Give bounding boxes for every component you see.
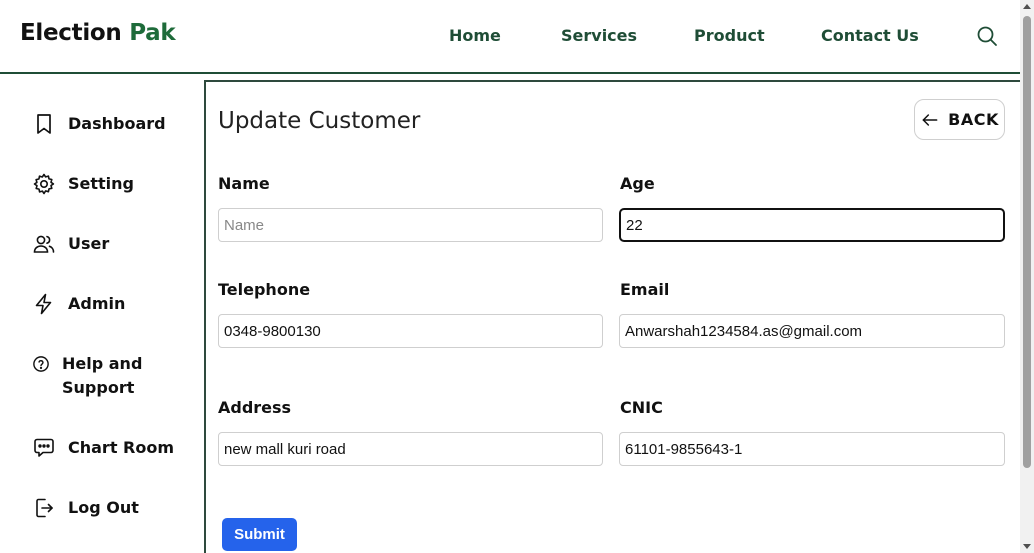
users-icon [33, 235, 55, 253]
back-button[interactable]: BACK [914, 99, 1005, 140]
nav-contact-us[interactable]: Contact Us [821, 26, 919, 45]
address-field[interactable] [218, 432, 603, 466]
sidebar-item-label: User [68, 234, 110, 253]
address-label: Address [218, 398, 292, 417]
sidebar-item-log-out[interactable]: Log Out [32, 496, 139, 520]
telephone-label: Telephone [218, 280, 311, 299]
submit-button[interactable]: Submit [222, 518, 297, 551]
sidebar-item-label: Admin [68, 294, 126, 313]
scroll-up-arrow-icon[interactable] [1023, 4, 1031, 9]
sidebar-item-label: Dashboard [68, 114, 166, 133]
scroll-down-arrow-icon[interactable] [1023, 544, 1031, 549]
gear-icon [33, 173, 55, 195]
page-title: Update Customer [218, 108, 421, 134]
chat-icon [34, 438, 54, 457]
sidebar-item-dashboard[interactable]: Dashboard [32, 112, 166, 136]
cnic-field[interactable] [619, 432, 1005, 466]
scroll-thumb[interactable] [1023, 16, 1031, 468]
age-label: Age [620, 174, 655, 193]
logout-icon [36, 498, 53, 518]
top-navbar: Election Pak Home Services Product Conta… [0, 0, 1020, 74]
name-field[interactable] [218, 208, 603, 242]
search-icon[interactable] [975, 24, 999, 48]
bookmark-icon [37, 114, 51, 134]
arrow-left-icon [922, 113, 938, 126]
email-field[interactable] [619, 314, 1005, 348]
sidebar-item-label: Chart Room [68, 438, 175, 457]
sidebar-item-admin[interactable]: Admin [32, 292, 125, 316]
telephone-field[interactable] [218, 314, 603, 348]
sidebar-item-help-and-support[interactable]: Help and Support [32, 352, 172, 400]
age-field[interactable] [619, 208, 1005, 242]
sidebar-item-setting[interactable]: Setting [32, 172, 134, 196]
cnic-label: CNIC [620, 398, 663, 417]
nav-services[interactable]: Services [561, 26, 637, 45]
sidebar-item-chart-room[interactable]: Chart Room [32, 436, 174, 460]
page-scrollbar[interactable] [1020, 0, 1034, 553]
back-button-label: BACK [948, 110, 999, 129]
nav-product[interactable]: Product [694, 26, 765, 45]
sidebar-item-user[interactable]: User [32, 232, 109, 256]
sidebar-item-label: Log Out [68, 498, 139, 517]
email-label: Email [620, 280, 670, 299]
lightning-icon [35, 293, 52, 315]
sidebar-item-label: Help and Support [62, 354, 143, 397]
help-icon [33, 356, 49, 372]
name-label: Name [218, 174, 270, 193]
brand-accent: Pak [129, 20, 176, 46]
nav-home[interactable]: Home [449, 26, 501, 45]
brand-name: Election [20, 20, 122, 46]
brand-logo[interactable]: Election Pak [20, 20, 176, 46]
sidebar-item-label: Setting [68, 174, 134, 193]
